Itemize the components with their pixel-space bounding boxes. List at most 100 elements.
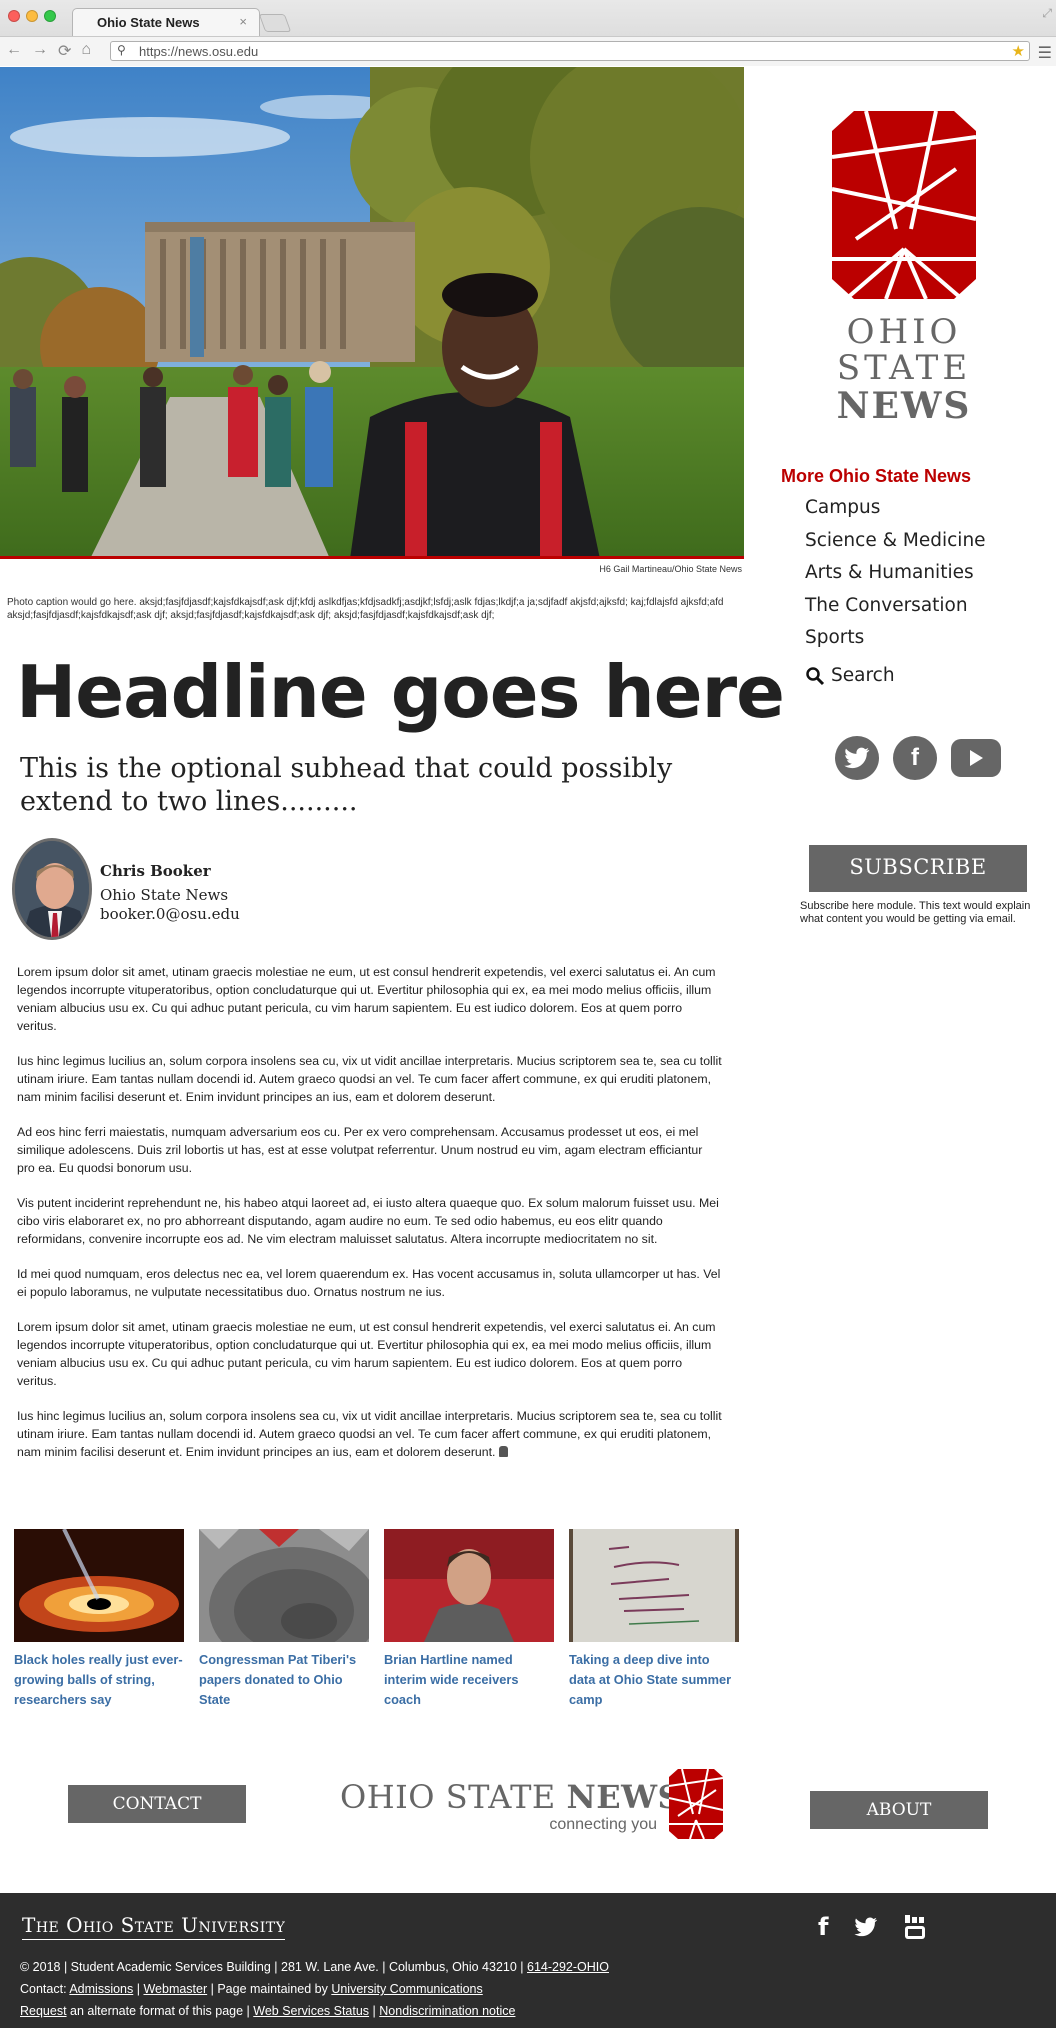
- browser-chrome: Ohio State News × ⤢ ← → ⟳ ⌂ ⚲ https://ne…: [0, 0, 1056, 66]
- bookmark-star-icon[interactable]: ★: [1012, 42, 1025, 60]
- author-org: Ohio State News: [100, 886, 229, 904]
- tab-title: Ohio State News: [97, 15, 200, 30]
- new-tab-button[interactable]: [258, 14, 292, 32]
- footer-tagline: connecting you: [549, 1816, 657, 1833]
- footer-maintained: | Page maintained by: [207, 1982, 332, 1996]
- article-paragraph: Lorem ipsum dolor sit amet, utinam graec…: [17, 965, 716, 1033]
- logo-line: STATE: [837, 348, 971, 388]
- university-footer: The Ohio State University © 2018 | Stude…: [0, 1893, 1056, 2028]
- sidebar-item-the-conversation[interactable]: The Conversation: [805, 595, 986, 628]
- related-title[interactable]: Congressman Pat Tiberi's papers donated …: [199, 1650, 369, 1710]
- more-news-heading[interactable]: More Ohio State News: [781, 466, 971, 487]
- footer-logo-bold: NEWS: [566, 1778, 682, 1816]
- sidebar-item-science-medicine[interactable]: Science & Medicine: [805, 530, 986, 563]
- social-links: f: [835, 736, 1001, 780]
- youtube-icon[interactable]: [904, 1914, 926, 1940]
- footer-address: © 2018 | Student Academic Services Build…: [20, 1960, 527, 1974]
- author-email[interactable]: booker.0@osu.edu: [100, 905, 240, 923]
- webmaster-link[interactable]: Webmaster: [143, 1982, 207, 1996]
- end-mark-icon: [498, 1446, 508, 1457]
- photo-caption: Photo caption would go here. aksjd;fasjf…: [7, 597, 724, 621]
- back-icon[interactable]: ←: [6, 41, 22, 61]
- reload-icon[interactable]: ⟳: [58, 41, 71, 61]
- forward-icon[interactable]: →: [32, 41, 48, 61]
- window-controls: [8, 10, 56, 22]
- sidebar-item-sports[interactable]: Sports: [805, 627, 986, 660]
- close-window-button[interactable]: [8, 10, 20, 22]
- article-paragraph: Lorem ipsum dolor sit amet, utinam graec…: [17, 1320, 716, 1388]
- contact-button[interactable]: CONTACT: [68, 1785, 246, 1823]
- footer-logo-light: OHIO STATE: [340, 1778, 567, 1816]
- related-card[interactable]: Congressman Pat Tiberi's papers donated …: [199, 1529, 369, 1710]
- web-services-status-link[interactable]: Web Services Status: [253, 2004, 369, 2018]
- facebook-icon[interactable]: f: [818, 1913, 828, 1941]
- subscribe-button[interactable]: SUBSCRIBE: [809, 845, 1027, 892]
- browser-tab[interactable]: Ohio State News ×: [72, 8, 260, 36]
- footer-phone-link[interactable]: 614-292-OHIO: [527, 1960, 609, 1974]
- coach-thumbnail[interactable]: [384, 1529, 554, 1642]
- footer-sep: |: [133, 1982, 144, 1996]
- article-subhead: This is the optional subhead that could …: [20, 753, 673, 817]
- home-icon[interactable]: ⌂: [81, 41, 91, 61]
- subscribe-description: Subscribe here module. This text would e…: [800, 900, 1031, 925]
- minimize-window-button[interactable]: [26, 10, 38, 22]
- search-icon: ⚲: [117, 43, 126, 57]
- tab-close-icon[interactable]: ×: [239, 14, 247, 29]
- sidebar-nav: Campus Science & Medicine Arts & Humanit…: [805, 497, 986, 692]
- article-headline: Headline goes here: [16, 650, 785, 734]
- logo-line: NEWS: [837, 385, 972, 427]
- article-paragraph: Ad eos hinc ferri maiestatis, numquam ad…: [17, 1125, 703, 1175]
- hero-photo-image: [0, 67, 744, 556]
- article-paragraph: Ius hinc legimus lucilius an, solum corp…: [17, 1054, 722, 1104]
- menu-icon[interactable]: ☰: [1038, 43, 1052, 63]
- related-stories: Black holes really just ever-growing bal…: [14, 1529, 740, 1710]
- twitter-icon[interactable]: [854, 1917, 878, 1937]
- footer-accessibility-line: Request an alternate format of this page…: [20, 2004, 515, 2018]
- youtube-icon[interactable]: [951, 739, 1001, 777]
- related-card[interactable]: Black holes really just ever-growing bal…: [14, 1529, 184, 1710]
- ohio-state-news-logo[interactable]: OHIO STATE NEWS: [826, 109, 982, 434]
- article-paragraph: Id mei quod numquam, eros delectus nec e…: [17, 1267, 721, 1299]
- admissions-link[interactable]: Admissions: [69, 1982, 133, 1996]
- nondiscrimination-link[interactable]: Nondiscrimination notice: [379, 2004, 515, 2018]
- related-title[interactable]: Taking a deep dive into data at Ohio Sta…: [569, 1650, 739, 1710]
- twitter-icon[interactable]: [835, 736, 879, 780]
- related-title[interactable]: Black holes really just ever-growing bal…: [14, 1650, 184, 1710]
- related-title[interactable]: Brian Hartline named interim wide receiv…: [384, 1650, 554, 1710]
- whiteboard-thumbnail[interactable]: [569, 1529, 739, 1642]
- sidebar-item-search[interactable]: Search: [805, 660, 986, 693]
- footer-contact-prefix: Contact:: [20, 1982, 70, 1996]
- author-avatar: [12, 838, 92, 940]
- url-text: https://news.osu.edu: [139, 44, 259, 59]
- author-name: Chris Booker: [100, 862, 211, 880]
- footer-logo-mark: [668, 1768, 724, 1840]
- maximize-window-button[interactable]: [44, 10, 56, 22]
- article-body: Lorem ipsum dolor sit amet, utinam graec…: [17, 963, 722, 1478]
- article-paragraph: Ius hinc legimus lucilius an, solum corp…: [17, 1409, 722, 1459]
- black-hole-thumbnail[interactable]: [14, 1529, 184, 1642]
- university-communications-link[interactable]: University Communications: [331, 1982, 482, 1996]
- related-card[interactable]: Taking a deep dive into data at Ohio Sta…: [569, 1529, 739, 1710]
- photo-credit: H6 Gail Martineau/Ohio State News: [599, 564, 742, 574]
- footer-alt-format: an alternate format of this page |: [66, 2004, 254, 2018]
- search-label: Search: [831, 665, 895, 687]
- fullscreen-icon[interactable]: ⤢: [1042, 6, 1052, 21]
- sidebar-item-campus[interactable]: Campus: [805, 497, 986, 530]
- footer-sep: |: [369, 2004, 380, 2018]
- browser-toolbar: ← → ⟳ ⌂ ⚲ https://news.osu.edu ★ ☰: [0, 36, 1056, 66]
- related-card[interactable]: Brian Hartline named interim wide receiv…: [384, 1529, 554, 1710]
- facebook-icon[interactable]: f: [893, 736, 937, 780]
- address-bar[interactable]: ⚲ https://news.osu.edu ★: [110, 41, 1030, 61]
- seal-thumbnail[interactable]: [199, 1529, 369, 1642]
- sidebar-item-arts-humanities[interactable]: Arts & Humanities: [805, 562, 986, 595]
- search-icon: [806, 667, 825, 685]
- university-name[interactable]: The Ohio State University: [22, 1913, 286, 1940]
- footer-contact-line: Contact: Admissions | Webmaster | Page m…: [20, 1982, 483, 1996]
- ohio-state-news-mark: OHIO STATE NEWS: [831, 110, 977, 427]
- article-paragraph: Vis putent inciderint reprehendunt ne, h…: [17, 1196, 719, 1246]
- footer-logo-wordmark: OHIO STATE NEWS: [340, 1778, 681, 1816]
- request-link[interactable]: Request: [20, 2004, 67, 2018]
- about-button[interactable]: ABOUT: [810, 1791, 988, 1829]
- logo-line: OHIO: [847, 312, 962, 352]
- hero-photo: [0, 67, 744, 559]
